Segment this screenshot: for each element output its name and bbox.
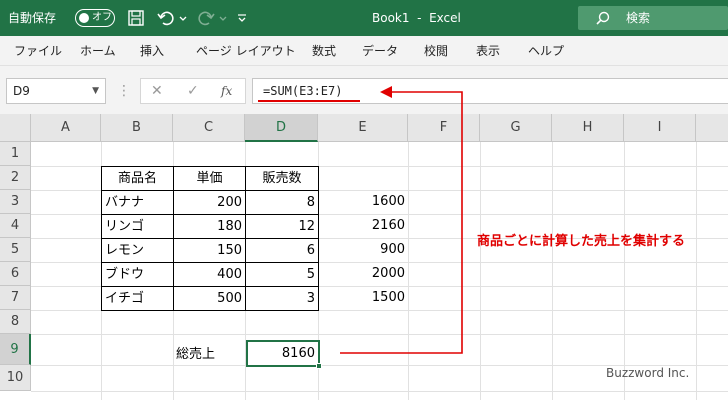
sales-total-cell[interactable]: 2160 bbox=[318, 214, 408, 238]
gridline bbox=[624, 142, 625, 400]
column-header[interactable]: H bbox=[552, 114, 624, 142]
row-header-selected[interactable]: 9 bbox=[0, 334, 31, 365]
ribbon-tabs: ファイル ホーム 挿入 ページ レイアウト 数式 データ 校閲 表示 ヘルプ bbox=[0, 36, 728, 66]
row-header[interactable]: 1 bbox=[0, 142, 31, 166]
sales-total-cell[interactable]: 2000 bbox=[318, 262, 408, 286]
formula-bar-grip[interactable]: ⋮ bbox=[117, 78, 131, 104]
formula-bar: D9 ▼ ⋮ ✕ ✓ fx =SUM(E3:E7) bbox=[0, 66, 728, 114]
search-box[interactable]: 検索 bbox=[578, 6, 728, 30]
column-header[interactable]: B bbox=[101, 114, 173, 142]
table-cell[interactable]: 6 bbox=[245, 238, 319, 263]
cancel-icon[interactable]: ✕ bbox=[151, 79, 163, 103]
watermark: Buzzword Inc. bbox=[606, 366, 690, 380]
column-header[interactable]: A bbox=[31, 114, 101, 142]
gridline bbox=[408, 142, 409, 400]
table-cell[interactable]: イチゴ bbox=[101, 286, 174, 311]
row-header[interactable]: 3 bbox=[0, 190, 31, 214]
table-cell[interactable]: レモン bbox=[101, 238, 174, 263]
column-header[interactable]: F bbox=[408, 114, 480, 142]
gridline bbox=[31, 334, 728, 335]
gridline bbox=[552, 142, 553, 400]
tab-page-layout[interactable]: ページ レイアウト bbox=[196, 36, 296, 66]
row-header[interactable]: 7 bbox=[0, 286, 31, 310]
search-label: 検索 bbox=[626, 11, 651, 25]
row-header[interactable]: 2 bbox=[0, 166, 31, 190]
column-header[interactable]: I bbox=[624, 114, 696, 142]
annotation-text: 商品ごとに計算した売上を集計する bbox=[477, 234, 686, 249]
row-header[interactable]: 5 bbox=[0, 238, 31, 262]
formula-buttons: ✕ ✓ fx bbox=[140, 78, 246, 104]
title-bar: 自動保存 オフ Book1 - Excel 検索 bbox=[0, 0, 728, 36]
column-header[interactable]: G bbox=[480, 114, 552, 142]
undo-icon[interactable] bbox=[157, 9, 175, 27]
insert-function-icon[interactable]: fx bbox=[221, 79, 232, 103]
redo-icon[interactable] bbox=[197, 9, 215, 27]
row-header[interactable]: 10 bbox=[0, 365, 31, 391]
gridline bbox=[31, 391, 728, 392]
autosave-toggle[interactable]: オフ bbox=[75, 9, 115, 27]
table-cell[interactable]: 8 bbox=[245, 190, 319, 215]
table-cell[interactable]: 200 bbox=[173, 190, 246, 215]
autosave-label: 自動保存 bbox=[8, 11, 57, 25]
tab-home[interactable]: ホーム bbox=[80, 36, 116, 66]
sales-total-cell[interactable]: 900 bbox=[318, 238, 408, 262]
table-cell[interactable]: 150 bbox=[173, 238, 246, 263]
table-cell[interactable]: 500 bbox=[173, 286, 246, 311]
table-cell[interactable]: 12 bbox=[245, 214, 319, 239]
formula-underline bbox=[258, 100, 360, 102]
table-cell[interactable]: ブドウ bbox=[101, 262, 174, 287]
total-value-cell[interactable]: 8160 bbox=[246, 340, 318, 367]
name-box-value: D9 bbox=[13, 84, 30, 98]
row-header[interactable]: 6 bbox=[0, 262, 31, 286]
window-title: Book1 - Excel bbox=[372, 11, 461, 25]
table-cell[interactable]: 400 bbox=[173, 262, 246, 287]
toggle-knob bbox=[79, 13, 89, 23]
name-box[interactable]: D9 ▼ bbox=[6, 78, 106, 104]
undo-dropdown-icon[interactable] bbox=[178, 9, 188, 27]
sales-total-cell[interactable]: 1500 bbox=[318, 286, 408, 310]
redo-dropdown-icon[interactable] bbox=[218, 9, 228, 27]
total-label-cell[interactable]: 総売上 bbox=[173, 341, 245, 369]
row-header[interactable]: 8 bbox=[0, 310, 31, 334]
select-all-corner[interactable] bbox=[0, 114, 31, 142]
column-header[interactable]: C bbox=[173, 114, 245, 142]
tab-help[interactable]: ヘルプ bbox=[528, 36, 564, 66]
row-header[interactable]: 4 bbox=[0, 214, 31, 238]
table-cell[interactable]: 5 bbox=[245, 262, 319, 287]
sales-total-cell[interactable]: 1600 bbox=[318, 190, 408, 214]
table-header-qty[interactable]: 販売数 bbox=[245, 166, 319, 191]
tab-data[interactable]: データ bbox=[362, 36, 398, 66]
table-header-price[interactable]: 単価 bbox=[173, 166, 246, 191]
gridline bbox=[480, 142, 481, 400]
table-header-name[interactable]: 商品名 bbox=[101, 166, 174, 191]
table-cell[interactable]: リンゴ bbox=[101, 214, 174, 239]
column-header[interactable]: E bbox=[318, 114, 408, 142]
gridline bbox=[696, 142, 697, 400]
tab-insert[interactable]: 挿入 bbox=[140, 36, 164, 66]
tab-view[interactable]: 表示 bbox=[476, 36, 500, 66]
autosave-state: オフ bbox=[92, 12, 112, 23]
column-header[interactable] bbox=[696, 114, 728, 142]
enter-icon[interactable]: ✓ bbox=[187, 79, 199, 103]
tab-file[interactable]: ファイル bbox=[14, 36, 62, 66]
column-header-selected[interactable]: D bbox=[245, 114, 318, 142]
chevron-down-icon[interactable]: ▼ bbox=[92, 79, 99, 103]
tab-review[interactable]: 校閲 bbox=[424, 36, 448, 66]
customize-toolbar-icon[interactable] bbox=[236, 9, 248, 27]
search-icon bbox=[596, 11, 610, 25]
tab-formulas[interactable]: 数式 bbox=[312, 36, 336, 66]
table-cell[interactable]: 180 bbox=[173, 214, 246, 239]
save-icon[interactable] bbox=[127, 9, 145, 27]
table-cell[interactable]: バナナ bbox=[101, 190, 174, 215]
table-cell[interactable]: 3 bbox=[245, 286, 319, 311]
